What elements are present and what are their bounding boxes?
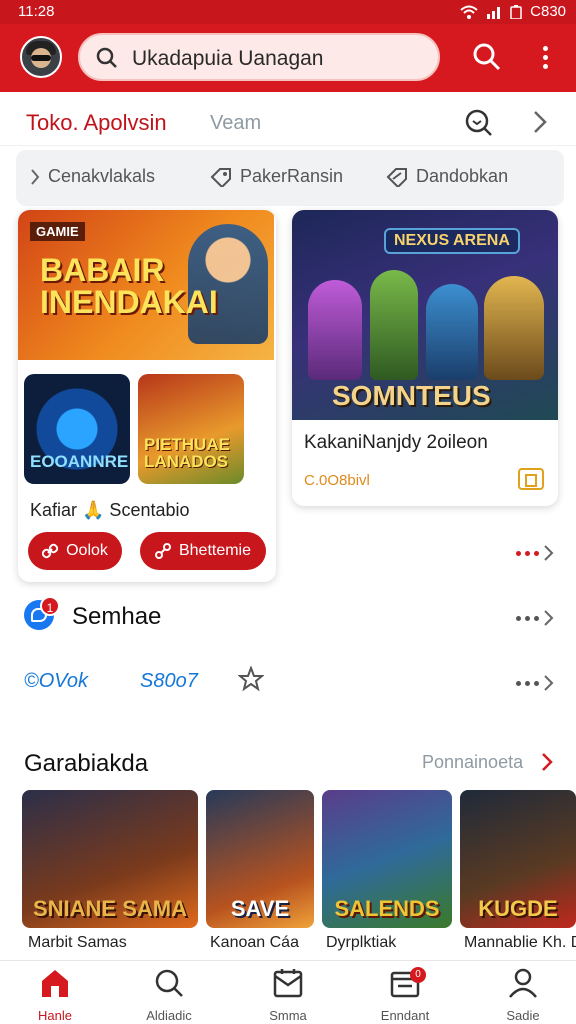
media-badge-icon[interactable] (518, 468, 544, 490)
section-title: Toko. Apolvsin (26, 110, 167, 135)
thumb-label: PIETHUAE LANADOS (144, 435, 230, 471)
games-see-more[interactable]: Ponnainoeta (422, 752, 523, 773)
more-options-1[interactable] (516, 544, 555, 562)
nav-inbox[interactable]: Smma (243, 967, 333, 1023)
star-icon[interactable] (238, 666, 264, 692)
banner-word: SOMNTEUS (332, 380, 491, 411)
game-label: Marbit Samas (28, 934, 127, 951)
game-tile-1[interactable]: SNIANE SAMA (22, 790, 198, 928)
share-button-label: Bhettemie (178, 542, 252, 559)
home-icon (42, 970, 68, 997)
tag-icon (386, 167, 407, 187)
nav-profile[interactable]: Sadie (478, 967, 568, 1023)
featured-card-1[interactable]: GAMIE BABAIR INENDAKAI EOOANNRE PIETHUAE… (18, 210, 276, 582)
open-button-label: Oolok (66, 542, 108, 559)
chevron-right-icon[interactable] (540, 752, 554, 772)
filter-label: Cenakvlakals (48, 166, 156, 186)
status-time: 11:28 (18, 3, 55, 20)
status-bar: 11:28 C830 (0, 0, 576, 24)
game-label: Kanoan Cáa (210, 934, 299, 951)
game-tile-tag: SALENDS (334, 896, 440, 921)
game-tile-tag: KUGDE (478, 896, 558, 921)
section-header: Toko. Apolvsin Veam (0, 96, 576, 146)
tag-icon (210, 167, 231, 187)
banner-logo: NEXUS ARENA (384, 228, 520, 254)
search-text: Ukadapuia Uanagan (132, 47, 324, 70)
game-label: Dyrplktiak (326, 934, 397, 951)
link-1[interactable]: ©OVok (24, 670, 88, 693)
game-label: Mannablie Kh. D (464, 934, 576, 951)
featured-banner-2[interactable]: NEXUS ARENA SOMNTEUS (292, 210, 558, 420)
game-thumb-1[interactable]: EOOANNRE (24, 374, 130, 484)
game-tile-3[interactable]: SALENDS (322, 790, 452, 928)
chevron-right-icon (544, 675, 554, 691)
nav-label: Sadie (506, 1008, 540, 1023)
notification-badge: 1 (40, 596, 60, 616)
filter-label: PakerRansin (240, 166, 344, 186)
more-options-3[interactable] (516, 674, 555, 692)
banner-headline: BABAIR INENDAKAI (40, 252, 218, 320)
nav-search[interactable]: Aldiadic (124, 967, 214, 1023)
game-tile-4[interactable]: KUGDE (460, 790, 576, 928)
avatar[interactable] (20, 36, 62, 78)
filter-chip-1[interactable]: Cenakvlakals (30, 166, 155, 187)
link-icon (154, 543, 171, 559)
wifi-icon (460, 5, 478, 19)
signal-icon (487, 6, 501, 19)
nav-badge: 0 (410, 967, 426, 983)
featured-banner-1[interactable]: GAMIE BABAIR INENDAKAI (18, 210, 274, 360)
banner-brand: GAMIE (30, 222, 85, 241)
profile-icon (509, 968, 537, 998)
nav-label: Aldiadic (146, 1008, 192, 1023)
filter-chip-2[interactable]: PakerRansin (210, 166, 343, 187)
nav-calendar[interactable]: 0 Enndant (360, 967, 450, 1023)
social-name[interactable]: Semhae (72, 603, 161, 631)
character-figure (426, 284, 478, 380)
character-figure (308, 280, 362, 380)
card-subtitle: C.0O8bivl (304, 472, 370, 489)
battery-icon (510, 4, 522, 19)
inbox-icon (273, 969, 303, 998)
app-bar: Ukadapuia Uanagan (0, 24, 576, 92)
game-tile-tag: SNIANE SAMA (32, 896, 187, 921)
more-menu-icon[interactable] (536, 42, 556, 74)
link-2[interactable]: S80o7 (140, 670, 198, 693)
chevron-right-icon (31, 168, 40, 185)
section-subtitle[interactable]: Veam (210, 112, 261, 135)
battery-text: C830 (530, 3, 566, 20)
open-button[interactable]: Oolok (28, 532, 122, 570)
filter-chip-3[interactable]: Dandobkan (386, 166, 508, 187)
chevron-right-icon[interactable] (532, 109, 548, 135)
character-figure (370, 270, 418, 380)
filter-label: Dandobkan (416, 166, 509, 186)
search-button-icon[interactable] (472, 42, 502, 72)
search-icon (96, 47, 117, 68)
card-title: Kafiar 🙏 Scentabio (30, 500, 190, 520)
chevron-right-icon (544, 545, 554, 561)
status-icons: C830 (460, 3, 566, 20)
filter-bar: Cenakvlakals PakerRansin Dandobkan (16, 150, 564, 206)
search-icon (155, 969, 183, 997)
nav-label: Smma (269, 1008, 307, 1023)
search-input[interactable]: Ukadapuia Uanagan (78, 33, 440, 81)
thumb-label: EOOANNRE (30, 452, 129, 471)
more-options-2[interactable] (516, 609, 555, 627)
game-tile-2[interactable]: SAVE (206, 790, 314, 928)
bottom-nav: Hanle Aldiadic Smma 0 Enndant Sadie (0, 960, 576, 1024)
featured-card-2[interactable]: NEXUS ARENA SOMNTEUS KakaniNanjdy 2oileo… (292, 210, 558, 506)
chat-notification-icon[interactable]: 1 (24, 596, 60, 630)
nav-label: Enndant (380, 1008, 430, 1023)
link-icon (42, 543, 59, 559)
card-title: KakaniNanjdy 2oileon (304, 432, 488, 453)
search-refresh-icon[interactable] (464, 108, 494, 138)
share-button[interactable]: Bhettemie (140, 532, 266, 570)
character-figure (484, 276, 544, 380)
nav-home[interactable]: Hanle (10, 967, 100, 1023)
chevron-right-icon (544, 610, 554, 626)
game-thumb-2[interactable]: PIETHUAE LANADOS (138, 374, 244, 484)
game-tile-tag: SAVE (230, 896, 290, 921)
games-section-title: Garabiakda (24, 750, 149, 777)
nav-label: Hanle (38, 1008, 72, 1023)
